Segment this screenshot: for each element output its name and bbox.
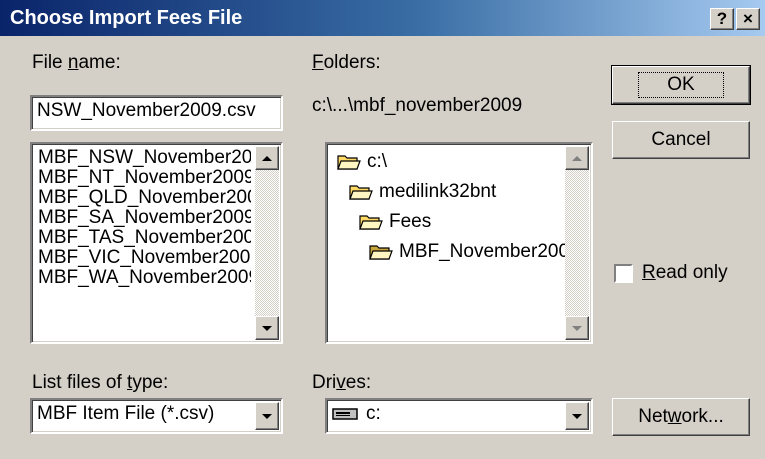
file-name-label: File name: [32,52,121,73]
open-folder-icon [369,245,393,260]
file-type-value: MBF Item File (*.csv) [37,403,215,424]
file-list-items: MBF_NSW_November2009.csvMBF_NT_November2… [38,148,251,288]
network-button-label: Network... [638,406,724,427]
ok-button[interactable]: OK [611,65,751,105]
drives-select[interactable]: c: [325,398,593,434]
folder-tree-item-label: c:\ [367,151,388,172]
folders-label: Folders: [312,52,381,73]
help-button[interactable]: ? [710,8,734,30]
folder-tree-item-label: Fees [389,211,432,232]
close-icon: × [743,9,753,28]
window-title: Choose Import Fees File [10,6,243,29]
ok-button-label: OK [638,72,724,98]
read-only-label[interactable]: Read only [642,262,728,284]
scroll-down-button[interactable] [255,316,279,340]
drives-value-row: c: [327,400,591,428]
file-name-input[interactable]: NSW_November2009.csv [30,95,283,131]
close-button[interactable]: × [736,8,760,30]
title-bar: Choose Import Fees File ? × [0,0,765,36]
folder-tree[interactable]: c:\ medilink32bnt Fees MBF_November2009 [325,142,593,344]
folder-tree-item[interactable]: c:\ [337,150,387,174]
open-folder-icon [349,185,373,200]
file-type-label: List files of type: [32,372,169,393]
hard-drive-icon [332,408,358,420]
drives-label: Drives: [312,372,372,393]
scroll-up-button[interactable] [565,146,589,170]
folder-tree-item[interactable]: Fees [359,210,431,234]
scroll-up-button[interactable] [255,146,279,170]
file-list-scrollbar[interactable] [255,146,279,340]
scroll-down-button[interactable] [565,316,589,340]
folder-tree-scrollbar[interactable] [565,146,589,340]
file-list-item[interactable]: MBF_TAS_November2009.csv [38,228,251,248]
file-name-value: NSW_November2009.csv [37,100,256,121]
folder-tree-item[interactable]: medilink32bnt [349,180,496,204]
cancel-button[interactable]: Cancel [612,121,750,159]
file-list-item[interactable]: MBF_NSW_November2009.csv [38,148,251,168]
drives-value: c: [366,403,381,424]
folder-tree-item-label: medilink32bnt [379,181,497,202]
chevron-down-icon [572,413,582,419]
file-list-item[interactable]: MBF_NT_November2009.csv [38,168,251,188]
file-list-item[interactable]: MBF_VIC_November2009.csv [38,248,251,268]
cancel-button-label: Cancel [651,129,711,150]
file-list-item[interactable]: MBF_WA_November2009.csv [38,268,251,288]
arrow-up-icon [572,155,582,161]
current-folder-path: c:\...\mbf_november2009 [312,95,523,116]
open-folder-icon [337,155,361,170]
network-button[interactable]: Network... [612,398,750,436]
arrow-down-icon [572,325,582,331]
folder-tree-item-label: MBF_November2009 [399,241,580,262]
arrow-up-icon [262,155,272,161]
read-only-checkbox[interactable] [614,264,633,283]
file-type-dropdown-button[interactable] [255,402,279,430]
folder-tree-item[interactable]: MBF_November2009 [369,240,580,264]
file-type-select[interactable]: MBF Item File (*.csv) [30,398,283,434]
drives-dropdown-button[interactable] [565,402,589,430]
chevron-down-icon [262,413,272,419]
arrow-down-icon [262,325,272,331]
help-icon: ? [716,9,728,28]
file-list-item[interactable]: MBF_QLD_November2009.csv [38,188,251,208]
file-list[interactable]: MBF_NSW_November2009.csvMBF_NT_November2… [30,142,283,344]
file-list-item[interactable]: MBF_SA_November2009.csv [38,208,251,228]
open-folder-icon [359,215,383,230]
